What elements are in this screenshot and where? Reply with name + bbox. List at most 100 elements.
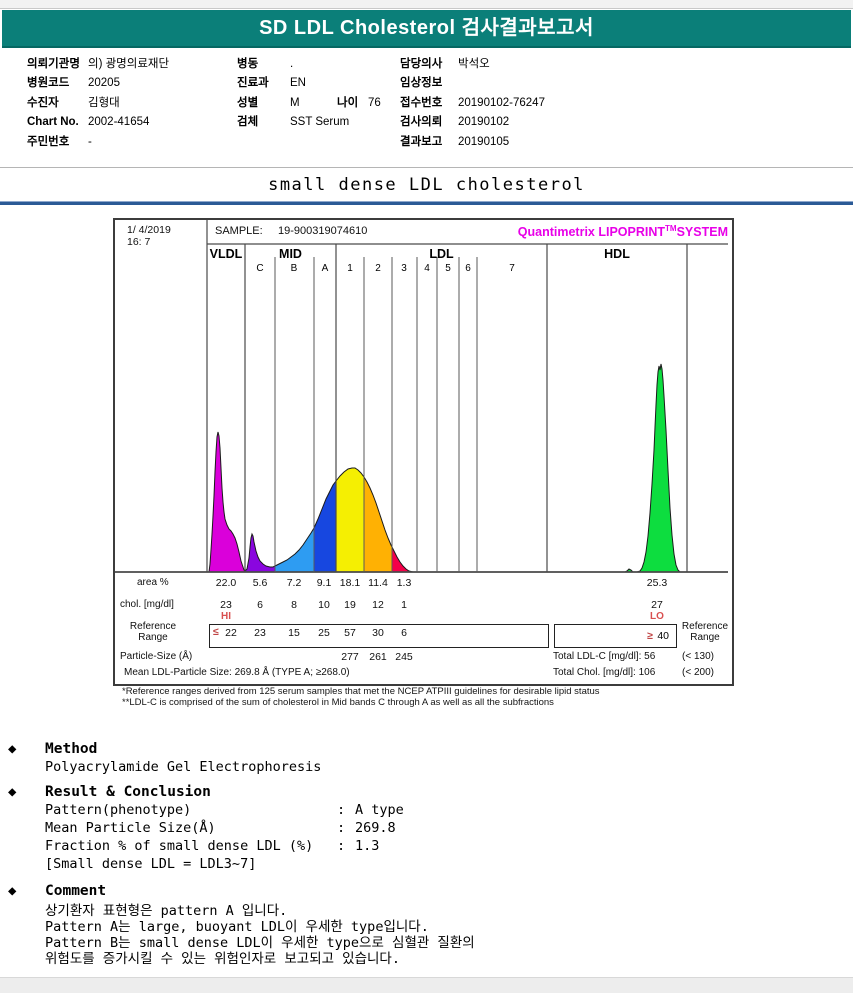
brand-logo: Quantimetrix LIPOPRINTTMSYSTEM — [518, 224, 728, 239]
patient-row: 의뢰기관명 의) 광명의료재단 — [27, 55, 169, 74]
reference-range-box-hdl: ≥ 40 — [554, 624, 677, 648]
field-value: . — [290, 58, 294, 70]
reference-range-left-label: Reference Range — [123, 621, 183, 643]
sample-label: SAMPLE: — [215, 225, 263, 237]
patient-row: 병동. — [237, 55, 381, 74]
field-label: 접수번호 — [400, 96, 443, 109]
patient-info-col3: 담당의사 박석오 임상정보 접수번호 20190102-76247 검사의뢰 2019… — [400, 55, 545, 152]
field-value: 20205 — [88, 77, 120, 90]
field-label: 병동 — [237, 58, 259, 70]
report-title: SD LDL Cholesterol 검사결과보고서 — [259, 17, 594, 39]
patient-row: 주민번호 - — [27, 133, 169, 152]
field-value: EN — [290, 77, 306, 90]
field-value: 김형대 — [88, 96, 120, 109]
subband-label: 6 — [465, 263, 471, 274]
section-title: small dense LDL cholesterol — [268, 175, 585, 195]
area-value: 1.3 — [396, 577, 412, 589]
result-name: Mean Particle Size(Å) — [45, 820, 216, 836]
result-colon: : — [337, 802, 346, 818]
field-label: Chart No. — [27, 116, 79, 129]
particle-size-value: 245 — [395, 651, 413, 663]
field-label: 임상정보 — [400, 77, 443, 90]
divider-line — [0, 167, 853, 168]
field-value: 20190102-76247 — [458, 96, 545, 109]
method-value: Polyacrylamide Gel Electrophoresis — [45, 759, 322, 775]
result-colon: : — [337, 838, 346, 854]
chol-value: 6 — [257, 599, 263, 611]
result-row: Pattern(phenotype): A type — [45, 802, 404, 818]
group-label-hdl: HDL — [604, 247, 630, 261]
patient-row: 수진자 김형대 — [27, 94, 169, 113]
group-label-ldl: LDL — [429, 247, 454, 261]
lipoprint-chart: 1/ 4/2019 16: 7 SAMPLE: 19-900319074610 … — [113, 218, 734, 686]
group-label-mid: MID — [279, 247, 302, 261]
field-label: 성별 — [237, 96, 259, 109]
field-value: 2002-41654 — [88, 116, 150, 129]
flag-lo: LO — [650, 611, 664, 622]
total-ldl-c-reference: (< 130) — [682, 651, 714, 662]
reference-label-line: Reference — [681, 621, 729, 632]
subband-label: B — [290, 263, 298, 274]
chart-footnote-2: **LDL-C is comprised of the sum of chole… — [122, 697, 554, 708]
run-date: 1/ 4/2019 — [127, 224, 171, 236]
comment-title: Comment — [45, 883, 107, 899]
area-value: 5.6 — [252, 577, 268, 589]
subband-label: 5 — [445, 263, 451, 274]
lipoprint-chart-canvas — [115, 220, 728, 573]
chol-value: 8 — [291, 599, 297, 611]
patient-info-col2: 병동. 진료과 EN 성별 M 나이 76 검체 SST Serum — [237, 55, 381, 133]
field-value: 박석오 — [458, 58, 490, 70]
blue-rule — [0, 201, 853, 205]
chol-value: 23 — [220, 599, 232, 611]
reference-label-line: Range — [690, 632, 720, 643]
result-heading: ◆ Result & Conclusion — [8, 781, 211, 800]
result-name: Pattern(phenotype) — [45, 802, 192, 818]
subband-label: 7 — [509, 263, 515, 274]
patient-row: Chart No. 2002-41654 — [27, 113, 169, 132]
ref-value: 22 — [225, 627, 237, 639]
area-value: 7.2 — [286, 577, 302, 589]
brand-tm: TM — [665, 224, 677, 233]
field-value: M — [290, 96, 300, 109]
brand-main: Quantimetrix LIPOPRINT — [517, 225, 666, 240]
bottom-window-strip — [0, 977, 853, 993]
particle-size-label: Particle-Size (Å) — [120, 651, 193, 662]
subband-label: C — [256, 263, 264, 274]
patient-row: 접수번호 20190102-76247 — [400, 94, 545, 113]
ref-value: 15 — [288, 627, 300, 639]
result-colon: : — [337, 820, 346, 836]
patient-info-col1: 의뢰기관명 의) 광명의료재단 병원코드 20205 수진자 김형대 Chart No… — [27, 55, 169, 152]
patient-row: 진료과 EN — [237, 74, 381, 93]
field-label: 진료과 — [237, 77, 269, 90]
chart-footnote-1: *Reference ranges derived from 125 serum… — [122, 686, 600, 697]
result-name: Fraction % of small dense LDL (%) — [45, 838, 314, 854]
diamond-bullet-icon: ◆ — [8, 741, 17, 757]
patient-row: 병원코드 20205 — [27, 74, 169, 93]
field-label: 결과보고 — [400, 135, 443, 148]
field-label: 나이 — [337, 96, 359, 109]
method-title: Method — [45, 741, 98, 757]
field-value: SST Serum — [290, 116, 350, 129]
patient-row: 임상정보 — [400, 74, 545, 93]
flag-hi: HI — [221, 611, 231, 622]
sample-id: 19-900319074610 — [278, 225, 368, 237]
diamond-bullet-icon: ◆ — [8, 784, 17, 800]
subband-label: 3 — [401, 263, 407, 274]
geq-sign: ≥ — [647, 630, 653, 642]
field-value: - — [88, 135, 92, 148]
reference-range-right-label: Reference Range — [680, 621, 730, 643]
vldl-fill — [209, 432, 245, 572]
group-label-vldl: VLDL — [209, 247, 243, 261]
ref-value: 6 — [401, 627, 407, 639]
field-label: 담당의사 — [400, 58, 443, 70]
patient-row: 검사의뢰 20190102 — [400, 113, 545, 132]
mean-particle-size: Mean LDL-Particle Size: 269.8 Å (TYPE A;… — [124, 667, 350, 678]
subband-label: A — [321, 263, 329, 274]
field-label: 검체 — [237, 116, 259, 129]
subband-label: 4 — [424, 263, 430, 274]
result-row: Mean Particle Size(Å):269.8 — [45, 820, 396, 836]
area-row-label: area % — [137, 577, 169, 588]
chol-row-label: chol. [mg/dl] — [120, 599, 174, 610]
field-label: 의뢰기관명 — [27, 58, 80, 70]
total-ldl-c: Total LDL-C [mg/dl]: 56 — [553, 651, 656, 662]
